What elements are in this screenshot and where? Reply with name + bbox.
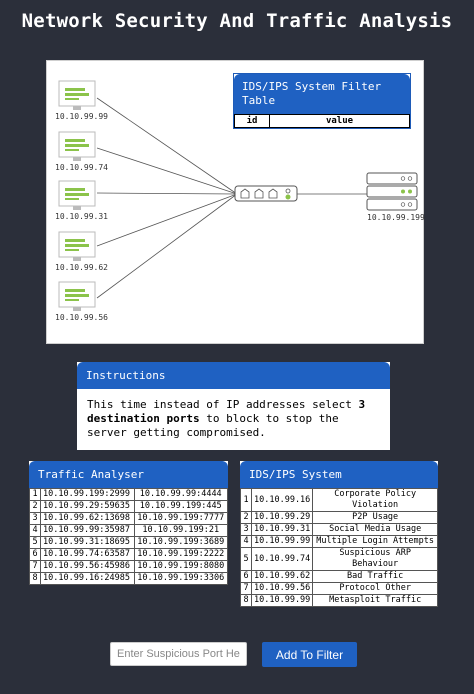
monitor-icon-2: [58, 131, 96, 161]
ids-row: 7 10.10.99.56 Protocol Other: [240, 582, 438, 595]
ids-row: 5 10.10.99.74 Suspicious ARP Behaviour: [240, 547, 438, 571]
traffic-cell-id: 1: [29, 488, 41, 501]
ids-row: 6 10.10.99.62 Bad Traffic: [240, 570, 438, 583]
add-to-filter-button[interactable]: Add To Filter: [262, 642, 357, 667]
client-ip-label: 10.10.99.56: [55, 313, 108, 322]
ids-cell-desc: Corporate Policy Violation: [312, 488, 438, 512]
client-ip-label: 10.10.99.99: [55, 112, 108, 121]
traffic-cell-id: 5: [29, 536, 41, 549]
ids-cell-desc: Bad Traffic: [312, 570, 438, 583]
traffic-cell-dst: 10.10.99.199:8080: [133, 560, 228, 573]
traffic-row: 8 10.10.99.16:24985 10.10.99.199:3306: [29, 572, 228, 585]
traffic-cell-src: 10.10.99.31:18695: [40, 536, 135, 549]
ids-cell-id: 2: [240, 511, 252, 524]
client-ip-label: 10.10.99.31: [55, 212, 108, 221]
traffic-cell-id: 8: [29, 572, 41, 585]
traffic-cell-id: 7: [29, 560, 41, 573]
filter-col-value: value: [269, 114, 410, 128]
ids-cell-desc: Social Media Usage: [312, 523, 438, 536]
ids-cell-desc: Suspicious ARP Behaviour: [312, 547, 438, 571]
ids-row: 3 10.10.99.31 Social Media Usage: [240, 523, 438, 536]
filter-col-id: id: [234, 114, 270, 128]
traffic-cell-src: 10.10.99.74:63587: [40, 548, 135, 561]
traffic-row: 2 10.10.99.29:59635 10.10.99.199:445: [29, 500, 228, 513]
traffic-cell-id: 6: [29, 548, 41, 561]
ids-cell-ip: 10.10.99.62: [250, 570, 314, 583]
page-title: Network Security And Traffic Analysis: [21, 10, 453, 32]
ids-table: 1 10.10.99.16 Corporate Policy Violation 2 1…: [240, 488, 438, 607]
filter-table-grid: id value: [234, 114, 410, 128]
ids-row: 1 10.10.99.16 Corporate Policy Violation: [240, 488, 438, 512]
traffic-cell-src: 10.10.99.29:59635: [40, 500, 135, 513]
ids-cell-id: 4: [240, 535, 252, 548]
traffic-cell-dst: 10.10.99.199:445: [133, 500, 228, 513]
ids-panel: IDS/IPS System 1 10.10.99.16 Corporate Pol…: [240, 461, 438, 607]
ids-cell-ip: 10.10.99.31: [250, 523, 314, 536]
client-ip-label: 10.10.99.74: [55, 163, 108, 172]
traffic-cell-dst: 10.10.99.99:4444: [133, 488, 228, 501]
traffic-analyser-title: Traffic Analyser: [29, 461, 228, 488]
traffic-row: 5 10.10.99.31:18695 10.10.99.199:3689: [29, 536, 228, 549]
traffic-cell-dst: 10.10.99.199:2222: [133, 548, 228, 561]
ids-cell-id: 7: [240, 582, 252, 595]
ids-cell-ip: 10.10.99.99: [250, 594, 314, 607]
ids-cell-id: 5: [240, 547, 252, 571]
server-icon: [366, 172, 418, 211]
traffic-analyser-panel: Traffic Analyser 1 10.10.99.199:2999 10.10…: [29, 461, 228, 585]
network-diagram: 10.10.99.99 10.10.99.74 10.10.99.31 10.1…: [46, 60, 425, 344]
ids-cell-desc: Metasploit Traffic: [312, 594, 438, 607]
ids-cell-ip: 10.10.99.74: [250, 547, 314, 571]
suspicious-port-input[interactable]: [110, 642, 247, 666]
traffic-row: 4 10.10.99.99:35987 10.10.99.199:21: [29, 524, 228, 537]
traffic-cell-id: 4: [29, 524, 41, 537]
traffic-cell-dst: 10.10.99.199:7777: [133, 512, 228, 525]
filter-table-title: IDS/IPS System Filter Table: [234, 74, 410, 114]
ids-cell-ip: 10.10.99.29: [250, 511, 314, 524]
traffic-cell-src: 10.10.99.16:24985: [40, 572, 135, 585]
ids-cell-id: 3: [240, 523, 252, 536]
ids-title: IDS/IPS System: [240, 461, 438, 488]
traffic-cell-src: 10.10.99.99:35987: [40, 524, 135, 537]
ids-cell-ip: 10.10.99.56: [250, 582, 314, 595]
traffic-cell-dst: 10.10.99.199:3689: [133, 536, 228, 549]
instructions-panel: Instructions This time instead of IP add…: [77, 362, 390, 450]
client-ip-label: 10.10.99.62: [55, 263, 108, 272]
instructions-title: Instructions: [77, 362, 390, 389]
ids-cell-id: 6: [240, 570, 252, 583]
monitor-icon-3: [58, 180, 96, 210]
ids-row: 8 10.10.99.99 Metasploit Traffic: [240, 594, 438, 607]
instructions-text: This time instead of IP addresses select…: [77, 389, 390, 450]
ids-cell-id: 1: [240, 488, 252, 512]
traffic-row: 3 10.10.99.62:13698 10.10.99.199:7777: [29, 512, 228, 525]
instructions-text-part: This time instead of IP addresses select: [87, 398, 359, 411]
traffic-row: 6 10.10.99.74:63587 10.10.99.199:2222: [29, 548, 228, 561]
traffic-cell-dst: 10.10.99.199:3306: [133, 572, 228, 585]
traffic-cell-dst: 10.10.99.199:21: [133, 524, 228, 537]
ids-row: 4 10.10.99.99 Multiple Login Attempts: [240, 535, 438, 548]
traffic-cell-id: 2: [29, 500, 41, 513]
switch-icon: [234, 185, 298, 202]
server-ip-label: 10.10.99.199: [367, 213, 425, 222]
ids-cell-desc: Protocol Other: [312, 582, 438, 595]
traffic-table: 1 10.10.99.199:2999 10.10.99.99:4444 2 10.10…: [29, 488, 228, 585]
traffic-cell-src: 10.10.99.199:2999: [40, 488, 135, 501]
monitor-icon-1: [58, 80, 96, 110]
monitor-icon-4: [58, 231, 96, 261]
ids-cell-ip: 10.10.99.16: [250, 488, 314, 512]
traffic-cell-id: 3: [29, 512, 41, 525]
traffic-row: 7 10.10.99.56:45986 10.10.99.199:8080: [29, 560, 228, 573]
ids-cell-id: 8: [240, 594, 252, 607]
ids-cell-ip: 10.10.99.99: [250, 535, 314, 548]
ids-row: 2 10.10.99.29 P2P Usage: [240, 511, 438, 524]
traffic-cell-src: 10.10.99.56:45986: [40, 560, 135, 573]
ids-cell-desc: Multiple Login Attempts: [312, 535, 438, 548]
monitor-icon-5: [58, 281, 96, 311]
traffic-cell-src: 10.10.99.62:13698: [40, 512, 135, 525]
traffic-row: 1 10.10.99.199:2999 10.10.99.99:4444: [29, 488, 228, 501]
ids-cell-desc: P2P Usage: [312, 511, 438, 524]
filter-table: IDS/IPS System Filter Table id value: [233, 73, 411, 129]
